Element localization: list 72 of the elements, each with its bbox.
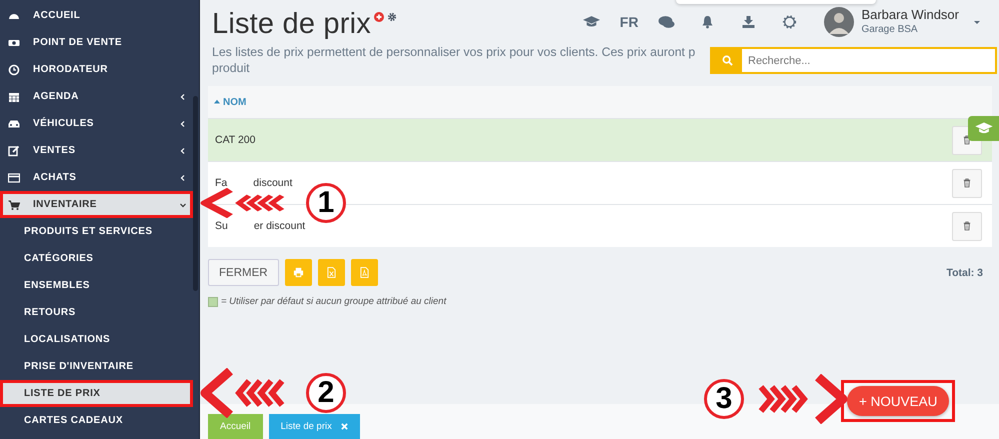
- sidebar-item[interactable]: VÉHICULES: [0, 110, 193, 137]
- help-menu[interactable]: [968, 116, 999, 141]
- sidebar-subitem[interactable]: ENSEMBLES: [0, 272, 193, 299]
- page-title: Liste de prix: [212, 8, 371, 40]
- scrollbar[interactable]: [193, 96, 198, 291]
- search-bar[interactable]: Recherche...: [710, 47, 997, 74]
- close-icon[interactable]: [340, 423, 348, 430]
- download-icon[interactable]: [740, 15, 758, 29]
- sidebar-subitem[interactable]: LISTE DE PRIX: [0, 380, 193, 407]
- nav-label: INVENTAIRE: [33, 199, 98, 210]
- name-text: CAT 200: [215, 134, 256, 146]
- sidebar-subitem[interactable]: PRISE D'INVENTAIRE: [0, 353, 193, 380]
- chat-icon[interactable]: [658, 15, 676, 29]
- graduation-cap-icon[interactable]: [582, 15, 600, 29]
- table-row[interactable]: CAT 200: [208, 118, 992, 161]
- sidebar-item[interactable]: INVENTAIRE: [0, 191, 193, 218]
- sidebar-subitem[interactable]: CARTES CADEAUX: [0, 407, 193, 434]
- language-selector[interactable]: FR: [620, 14, 638, 30]
- sidebar-item[interactable]: POINT DE VENTE: [0, 29, 193, 56]
- nav-label: ACCUEIL: [33, 10, 82, 21]
- sidebar-item[interactable]: AGENDA: [0, 83, 193, 110]
- car-icon: [8, 118, 20, 130]
- sort-ascending-icon: [214, 99, 220, 105]
- nav-label: ACHATS: [33, 172, 78, 183]
- page-description: Les listes de prix permettent de personnaliser vos prix pour vos clients. Ces prix auront p: [212, 44, 696, 60]
- legend-text: = Utiliser par défaut si aucun groupe attribué au client: [221, 296, 446, 307]
- sidebar-subitem[interactable]: RETOURS: [0, 299, 193, 326]
- nav-label: POINT DE VENTE: [33, 37, 123, 48]
- nav-label: HORODATEUR: [33, 64, 109, 75]
- legend-swatch: [208, 296, 218, 306]
- gear-outline-icon[interactable]: [781, 15, 798, 29]
- user-name: Barbara Windsor: [861, 7, 959, 22]
- graduation-cap-icon: [974, 122, 992, 135]
- close-button[interactable]: FERMER: [208, 259, 279, 286]
- company-name: Garage BSA: [861, 23, 919, 37]
- caret-icon[interactable]: [973, 18, 981, 26]
- page-description: produit: [212, 60, 250, 76]
- sidebar-subitem[interactable]: PRODUITS ET SERVICES: [0, 218, 193, 245]
- delete-button[interactable]: [952, 212, 982, 240]
- trash-icon: [963, 178, 971, 188]
- name-text: er discount: [254, 220, 306, 232]
- spreadsheet-file-icon: [326, 267, 336, 278]
- clock-icon: [8, 64, 20, 76]
- calendar-icon: [8, 90, 20, 102]
- edit-icon: [8, 144, 20, 156]
- step-number: 2: [306, 373, 346, 413]
- step-number: 3: [704, 379, 744, 419]
- search-button[interactable]: [712, 49, 742, 72]
- name-text: discount: [253, 177, 292, 189]
- sidebar-subitem[interactable]: CATÉGORIES: [0, 245, 193, 272]
- total-count: Total: 3: [946, 266, 983, 278]
- sidebar-item[interactable]: HORODATEUR: [0, 56, 193, 83]
- name-text: Fa: [215, 177, 228, 189]
- add-icon[interactable]: [374, 12, 384, 22]
- nav-label: AGENDA: [33, 91, 80, 102]
- sidebar-item[interactable]: ACHATS: [0, 164, 193, 191]
- new-button[interactable]: + NOUVEAU: [847, 386, 950, 416]
- name-text: Su: [215, 220, 228, 232]
- card-icon: [8, 172, 20, 184]
- cart-icon: [8, 198, 20, 210]
- nav-label: VENTES: [33, 145, 76, 156]
- sidebar-item[interactable]: VENTES: [0, 137, 193, 164]
- pdf-file-icon: [360, 267, 369, 278]
- sidebar-item[interactable]: ACCUEIL: [0, 2, 193, 29]
- sidebar-subitem[interactable]: LOCALISATIONS: [0, 326, 193, 353]
- delete-button[interactable]: [952, 168, 982, 198]
- search-icon: [722, 55, 732, 66]
- printer-icon: [292, 267, 304, 278]
- settings-icon[interactable]: [386, 12, 397, 22]
- avatar[interactable]: [824, 7, 854, 37]
- nav-label: VÉHICULES: [33, 118, 95, 129]
- trash-icon: [963, 221, 971, 231]
